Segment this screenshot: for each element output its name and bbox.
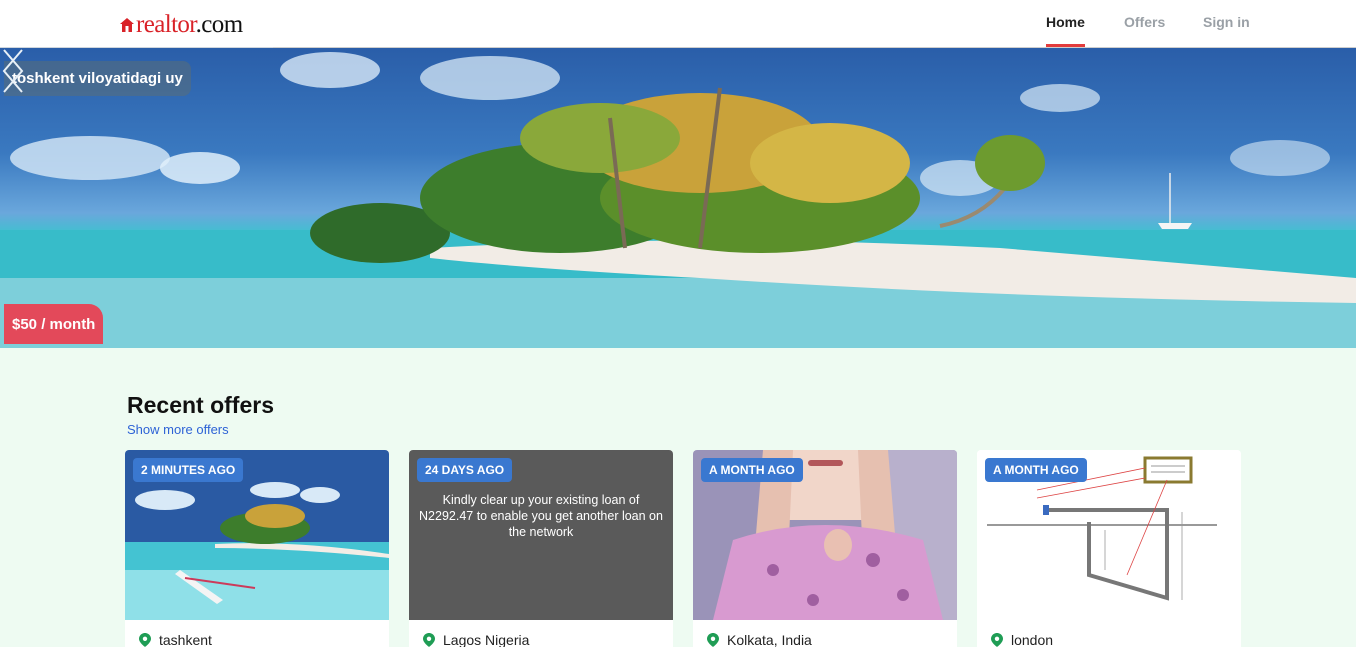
hero-slider: toshkent viloyatidagi uy $50 / month [0,48,1356,348]
posted-time-badge: A MONTH AGO [985,458,1087,482]
offer-card[interactable]: Kindly clear up your existing loan of N2… [409,450,673,647]
realtor-logo[interactable]: realtor.com [120,12,243,38]
hero-price-badge: $50 / month [4,304,104,344]
location-pin-icon [139,633,151,647]
house-logo-icon [120,18,134,32]
nav-sign-in[interactable]: Sign in [1203,0,1250,48]
posted-time-badge: A MONTH AGO [701,458,803,482]
offer-location: london [1011,632,1054,647]
location-pin-icon [707,633,719,647]
logo-text: realtor [136,11,196,38]
show-more-offers-link[interactable]: Show more offers [127,422,229,437]
offer-card[interactable]: A MONTH AGO Kolkata, India [693,450,957,647]
offer-location: Kolkata, India [727,632,812,647]
offer-card[interactable]: 2 MINUTES AGO tashkent [125,450,389,647]
posted-time-badge: 24 DAYS AGO [417,458,513,482]
location-pin-icon [423,633,435,647]
offer-location: Lagos Nigeria [443,632,530,647]
recent-offers-title: Recent offers [127,392,274,418]
hero-title[interactable]: toshkent viloyatidagi uy [4,61,191,96]
location-pin-icon [991,633,1003,647]
offer-card[interactable]: A MONTH AGO london [977,450,1241,647]
nav-offers[interactable]: Offers [1124,0,1165,48]
top-navbar: realtor.com Home Offers Sign in [0,0,1356,48]
offer-image-text: Kindly clear up your existing loan of N2… [419,493,663,539]
chevron-right-icon[interactable] [0,48,26,94]
nav-home[interactable]: Home [1046,0,1085,47]
offer-location: tashkent [159,632,212,647]
posted-time-badge: 2 MINUTES AGO [133,458,244,482]
hero-island-image [0,52,1356,348]
logo-suffix: .com [195,11,244,38]
